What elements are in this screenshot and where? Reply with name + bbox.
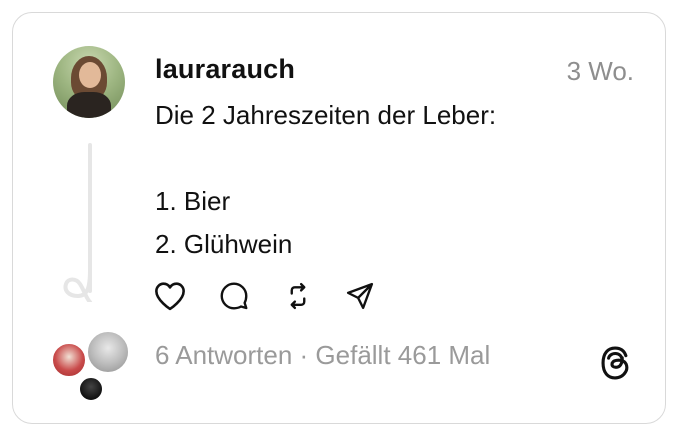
repost-button[interactable] [281,280,315,312]
comment-button[interactable] [217,280,251,312]
heart-icon [155,282,185,311]
replier-avatar [78,376,104,402]
repost-icon [290,282,306,310]
author-avatar[interactable] [53,46,125,118]
send-icon [346,282,374,310]
post-text: Die 2 Jahreszeiten der Leber: 1. Bier 2.… [155,100,497,259]
thread-loop-icon [63,268,92,302]
post-stats[interactable]: 6 Antworten · Gefällt 461 Mal [155,340,490,371]
reply-avatars[interactable] [50,330,130,402]
threads-logo-icon [601,346,629,380]
share-button[interactable] [343,280,377,312]
username[interactable]: laurarauch [155,54,295,85]
replier-avatar [51,342,87,378]
replier-avatar [86,330,130,374]
like-button[interactable] [153,280,187,312]
post-time: 3 Wo. [566,56,634,86]
comment-icon [220,282,248,310]
